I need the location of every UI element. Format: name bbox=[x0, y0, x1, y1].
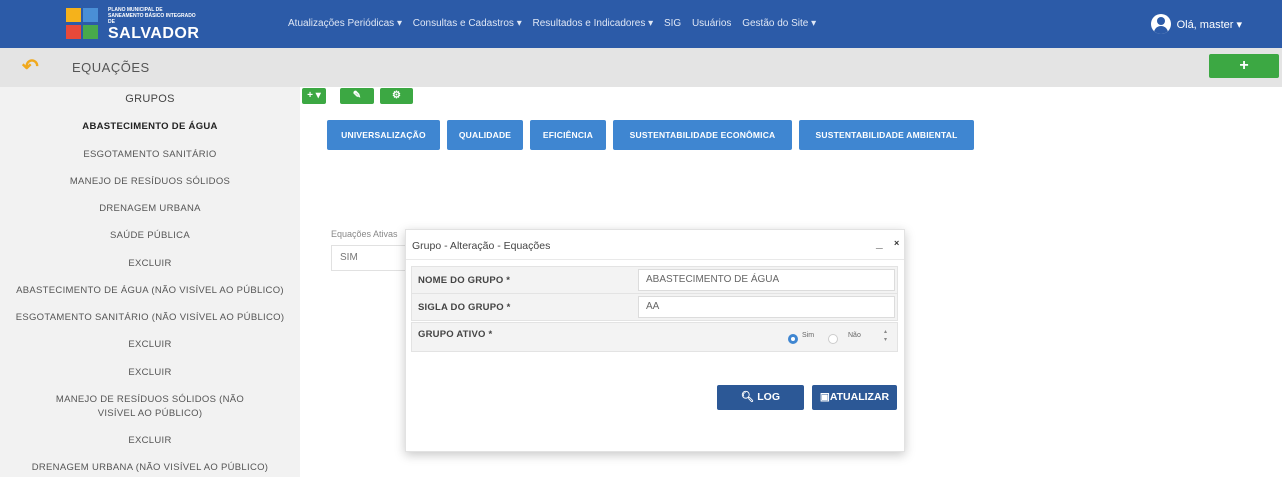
tab-qualidade[interactable]: QUALIDADE bbox=[447, 120, 523, 150]
settings-button[interactable]: ⚙ bbox=[380, 88, 413, 104]
nome-grupo-label: NOME DO GRUPO * bbox=[418, 275, 511, 286]
user-menu[interactable]: Olá, master ▾ bbox=[1150, 13, 1242, 35]
field-row-nome: NOME DO GRUPO * ABASTECIMENTO DE ÁGUA bbox=[411, 266, 898, 294]
sidebar-item-residuos-privado[interactable]: MANEJO DE RESÍDUOS SÓLIDOS (NÃO VISÍVEL … bbox=[40, 393, 260, 421]
equacoes-ativas-select[interactable]: SIM bbox=[331, 245, 411, 271]
tab-sustentabilidade-ambiental[interactable]: SUSTENTABILIDADE AMBIENTAL bbox=[799, 120, 974, 150]
page-title: EQUAÇÕES bbox=[72, 60, 150, 75]
tab-universalizacao[interactable]: UNIVERSALIZAÇÃO bbox=[327, 120, 440, 150]
sidebar-item-saude[interactable]: SAÚDE PÚBLICA bbox=[0, 230, 300, 241]
tab-sustentabilidade-economica[interactable]: SUSTENTABILIDADE ECONÔMICA bbox=[613, 120, 792, 150]
log-button[interactable]: 🔍︎ LOG bbox=[717, 385, 804, 410]
gear-icon: ⚙ bbox=[392, 90, 401, 101]
equacoes-ativas-label: Equações Ativas bbox=[331, 229, 398, 239]
close-icon[interactable]: × bbox=[894, 238, 899, 248]
logo-tiles-icon bbox=[66, 8, 102, 40]
menu-atualizacoes[interactable]: Atualizações Periódicas ▾ bbox=[288, 18, 402, 29]
menu-consultas[interactable]: Consultas e Cadastros ▾ bbox=[413, 18, 522, 29]
user-avatar-icon bbox=[1150, 14, 1171, 34]
groups-sidebar: GRUPOS ABASTECIMENTO DE ÁGUA ESGOTAMENTO… bbox=[0, 87, 300, 477]
grupo-ativo-radio-group: Sim Não ▴ ▾ bbox=[782, 328, 892, 348]
logo-subtitle: PLANO MUNICIPAL DE SANEAMENTO BÁSICO INT… bbox=[108, 7, 196, 25]
sidebar-item-abastecimento[interactable]: ABASTECIMENTO DE ÁGUA bbox=[0, 121, 300, 132]
main-menu: Atualizações Periódicas ▾ Consultas e Ca… bbox=[288, 18, 824, 29]
menu-gestao[interactable]: Gestão do Site ▾ bbox=[742, 18, 816, 29]
menu-resultados[interactable]: Resultados e Indicadores ▾ bbox=[533, 18, 654, 29]
update-button-label: ATUALIZAR bbox=[829, 391, 890, 403]
modal-divider bbox=[406, 259, 904, 260]
sidebar-item-esgotamento-privado[interactable]: ESGOTAMENTO SANITÁRIO (NÃO VISÍVEL AO PÚ… bbox=[0, 312, 300, 323]
field-row-sigla: SIGLA DO GRUPO * AA bbox=[411, 293, 898, 321]
sidebar-item-drenagem[interactable]: DRENAGEM URBANA bbox=[0, 203, 300, 214]
sidebar-header: GRUPOS bbox=[125, 93, 175, 105]
radio-sim[interactable] bbox=[788, 334, 798, 344]
edit-group-modal: Grupo - Alteração - Equações _ × NOME DO… bbox=[405, 229, 905, 452]
sidebar-item-excluir[interactable]: EXCLUIR bbox=[0, 258, 300, 269]
menu-usuarios[interactable]: Usuários bbox=[692, 18, 731, 29]
user-greeting: Olá, master ▾ bbox=[1176, 18, 1242, 31]
sigla-grupo-input[interactable]: AA bbox=[638, 296, 895, 318]
sigla-grupo-label: SIGLA DO GRUPO * bbox=[418, 302, 511, 313]
log-button-label: LOG bbox=[757, 391, 780, 403]
sidebar-item-excluir[interactable]: EXCLUIR bbox=[0, 367, 300, 378]
undo-arrow-icon[interactable]: ↶ bbox=[22, 56, 44, 78]
sidebar-item-drenagem-privado[interactable]: DRENAGEM URBANA (NÃO VISÍVEL AO PÚBLICO) bbox=[0, 462, 300, 473]
logo-title: SALVADOR bbox=[108, 25, 200, 42]
grupo-ativo-label: GRUPO ATIVO * bbox=[418, 329, 493, 340]
radio-sim-label: Sim bbox=[802, 332, 815, 339]
radio-nao[interactable] bbox=[828, 334, 838, 344]
edit-button[interactable]: ✎ bbox=[340, 88, 374, 104]
page-header: ↶ EQUAÇÕES bbox=[0, 48, 1282, 87]
radio-nao-label: Não bbox=[848, 332, 861, 339]
tab-eficiencia[interactable]: EFICIÊNCIA bbox=[530, 120, 606, 150]
sidebar-item-excluir[interactable]: EXCLUIR bbox=[0, 339, 300, 350]
top-navbar: PLANO MUNICIPAL DE SANEAMENTO BÁSICO INT… bbox=[0, 0, 1282, 48]
salvador-logo[interactable]: PLANO MUNICIPAL DE SANEAMENTO BÁSICO INT… bbox=[66, 6, 200, 44]
add-equation-button[interactable]: + bbox=[1209, 54, 1279, 78]
minimize-icon[interactable]: _ bbox=[876, 236, 883, 250]
spinner-arrows-icon[interactable]: ▴ ▾ bbox=[884, 328, 887, 344]
search-icon: 🔍︎ bbox=[740, 391, 755, 403]
field-row-ativo: GRUPO ATIVO * Sim Não ▴ ▾ bbox=[411, 322, 898, 352]
menu-sig[interactable]: SIG bbox=[664, 18, 681, 29]
modal-title: Grupo - Alteração - Equações bbox=[412, 240, 551, 252]
save-icon: ▣ bbox=[819, 391, 830, 403]
add-dropdown-button[interactable]: + ▾ bbox=[302, 88, 326, 104]
nome-grupo-input[interactable]: ABASTECIMENTO DE ÁGUA bbox=[638, 269, 895, 291]
sidebar-item-abastecimento-privado[interactable]: ABASTECIMENTO DE ÁGUA (NÃO VISÍVEL AO PÚ… bbox=[0, 285, 300, 296]
sidebar-item-excluir[interactable]: EXCLUIR bbox=[0, 435, 300, 446]
update-button[interactable]: ▣ATUALIZAR bbox=[812, 385, 897, 410]
edit-icon: ✎ bbox=[352, 90, 362, 101]
sidebar-item-esgotamento[interactable]: ESGOTAMENTO SANITÁRIO bbox=[0, 149, 300, 160]
sidebar-item-residuos[interactable]: MANEJO DE RESÍDUOS SÓLIDOS bbox=[0, 176, 300, 187]
